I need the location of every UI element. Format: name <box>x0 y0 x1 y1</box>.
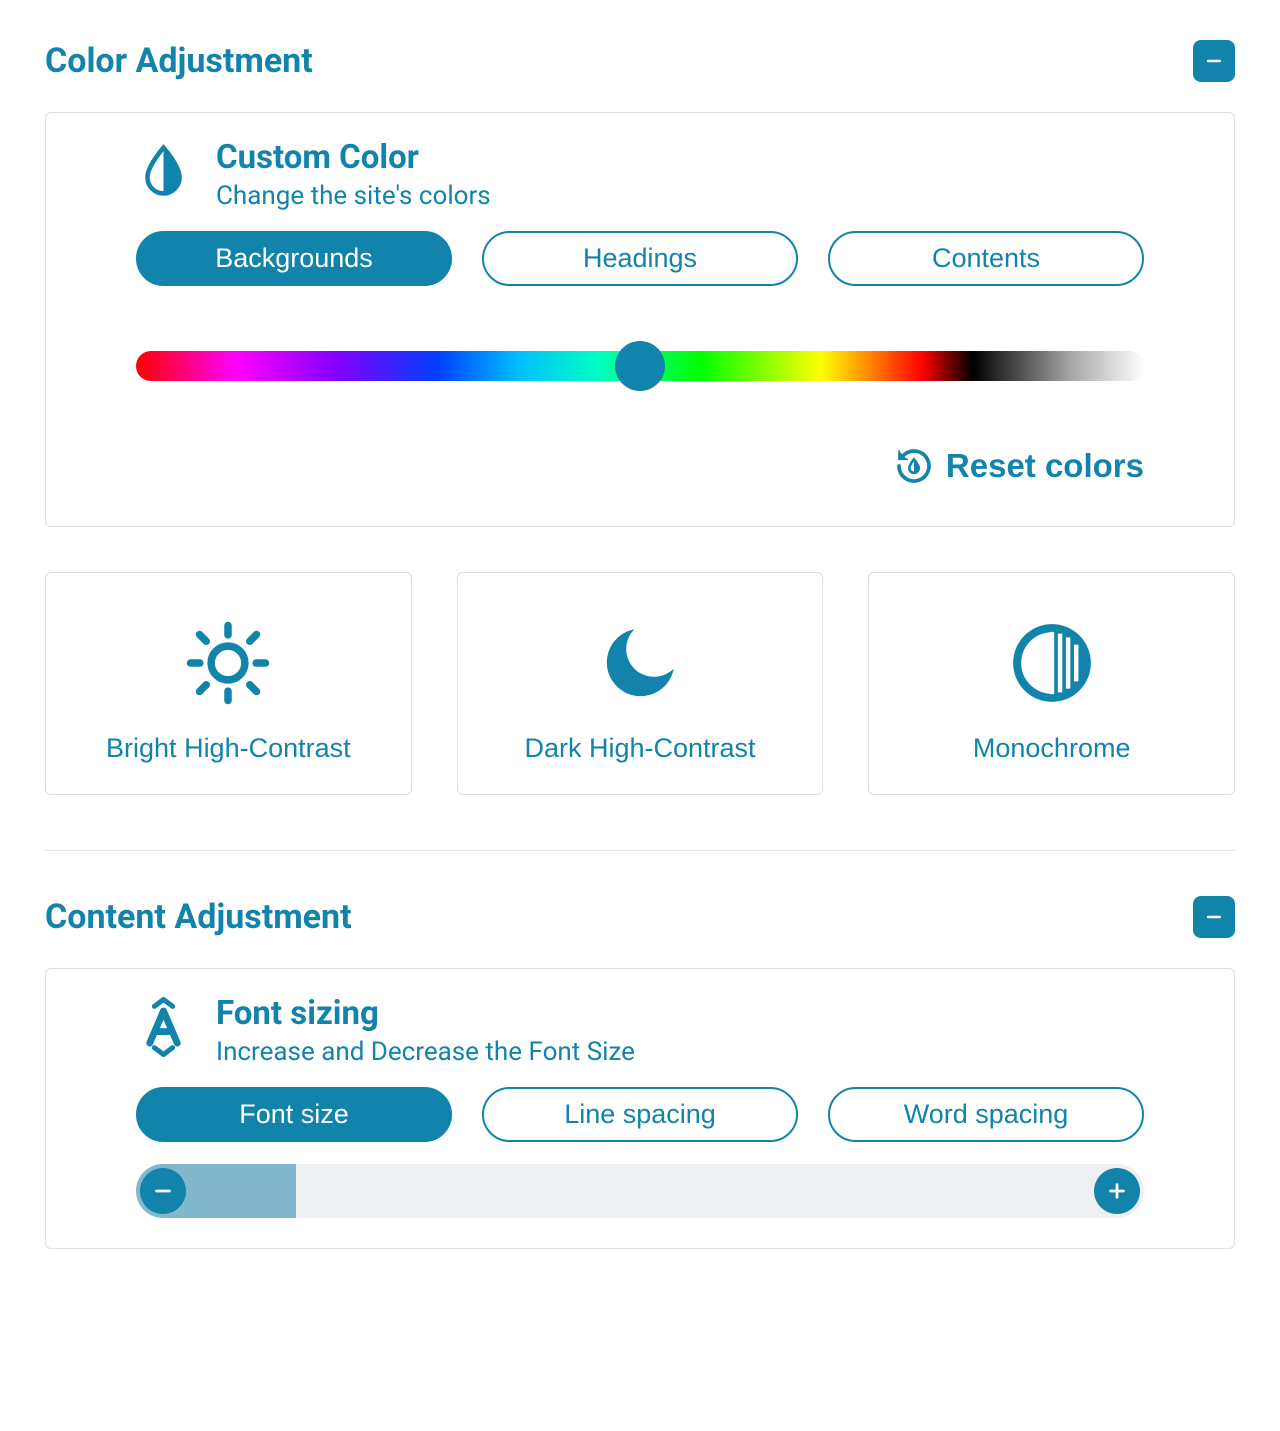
tab-line-spacing[interactable]: Line spacing <box>482 1087 798 1142</box>
reset-colors-label: Reset colors <box>946 447 1144 485</box>
custom-color-subtitle: Change the site's colors <box>216 181 491 211</box>
font-sizing-title: Font sizing <box>216 994 635 1033</box>
section-title-content: Content Adjustment <box>45 897 352 937</box>
custom-color-panel: Custom Color Change the site's colors Ba… <box>45 112 1235 527</box>
sun-icon <box>183 618 273 708</box>
collapse-content-section-button[interactable] <box>1193 896 1235 938</box>
hue-thumb[interactable] <box>615 341 665 391</box>
preset-label: Dark High-Contrast <box>524 733 755 764</box>
section-divider <box>45 850 1235 851</box>
plus-icon <box>1106 1180 1128 1202</box>
half-circle-icon <box>1007 618 1097 708</box>
preset-label: Bright High-Contrast <box>106 733 351 764</box>
font-sizing-panel: Font sizing Increase and Decrease the Fo… <box>45 968 1235 1249</box>
increase-font-button[interactable] <box>1094 1168 1140 1214</box>
section-title-color: Color Adjustment <box>45 41 313 81</box>
tab-font-size[interactable]: Font size <box>136 1087 452 1142</box>
moon-icon <box>595 618 685 708</box>
collapse-color-section-button[interactable] <box>1193 40 1235 82</box>
minus-icon <box>1204 51 1224 71</box>
hue-slider[interactable] <box>136 341 1144 391</box>
tab-contents[interactable]: Contents <box>828 231 1144 286</box>
reset-icon <box>894 446 934 486</box>
tab-backgrounds[interactable]: Backgrounds <box>136 231 452 286</box>
font-size-stepper <box>136 1164 1144 1218</box>
preset-bright-high-contrast[interactable]: Bright High-Contrast <box>45 572 412 795</box>
font-sizing-subtitle: Increase and Decrease the Font Size <box>216 1037 635 1067</box>
font-size-icon <box>136 999 191 1054</box>
tab-word-spacing[interactable]: Word spacing <box>828 1087 1144 1142</box>
preset-dark-high-contrast[interactable]: Dark High-Contrast <box>457 572 824 795</box>
decrease-font-button[interactable] <box>140 1168 186 1214</box>
custom-color-title: Custom Color <box>216 138 491 177</box>
minus-icon <box>152 1180 174 1202</box>
preset-monochrome[interactable]: Monochrome <box>868 572 1235 795</box>
minus-icon <box>1204 907 1224 927</box>
reset-colors-button[interactable]: Reset colors <box>894 446 1144 486</box>
tab-headings[interactable]: Headings <box>482 231 798 286</box>
preset-label: Monochrome <box>973 733 1131 764</box>
drop-icon <box>136 143 191 198</box>
